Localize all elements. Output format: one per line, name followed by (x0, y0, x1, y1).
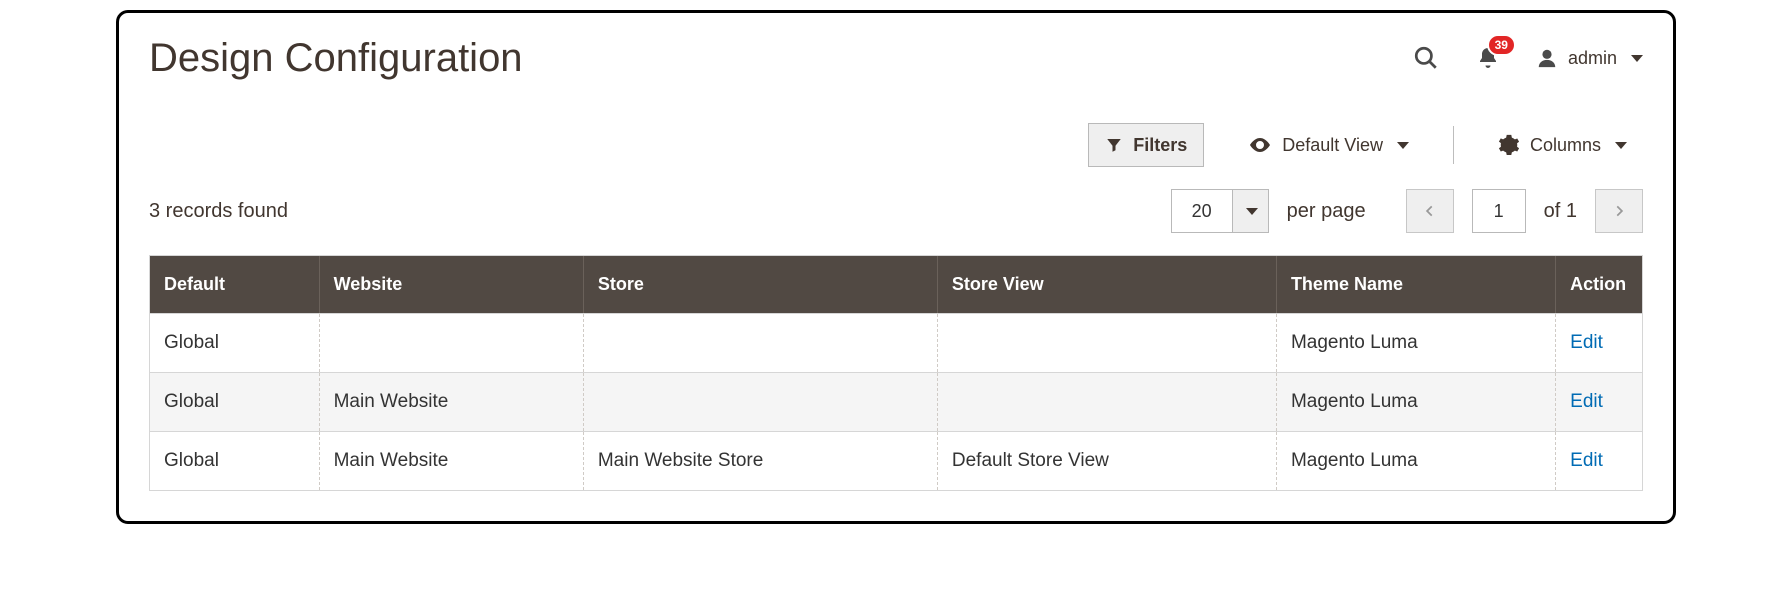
grid-body: GlobalMagento LumaEditGlobalMain Website… (150, 313, 1642, 490)
cell-default: Global (150, 432, 320, 490)
view-switcher[interactable]: Default View (1232, 123, 1425, 167)
user-icon (1536, 47, 1558, 69)
col-header-action: Action (1556, 256, 1642, 313)
edit-link[interactable]: Edit (1570, 332, 1603, 353)
col-header-store-view[interactable]: Store View (938, 256, 1277, 313)
cell-action: Edit (1556, 432, 1642, 490)
cell-action: Edit (1556, 314, 1642, 372)
username-label: admin (1568, 48, 1617, 69)
cell-theme-name: Magento Luma (1277, 314, 1556, 372)
cell-website (320, 314, 584, 372)
chevron-down-icon (1246, 208, 1258, 215)
notifications-badge: 39 (1487, 34, 1516, 56)
current-page-input[interactable]: 1 (1472, 189, 1526, 233)
cell-store: Main Website Store (584, 432, 938, 490)
col-header-default[interactable]: Default (150, 256, 320, 313)
grid-header-row: Default Website Store Store View Theme N… (150, 256, 1642, 313)
page-size-dropdown[interactable] (1232, 190, 1268, 232)
page-size-value: 20 (1172, 190, 1232, 232)
cell-store-view (938, 314, 1277, 372)
columns-label: Columns (1530, 135, 1601, 156)
cell-store (584, 314, 938, 372)
cell-website: Main Website (320, 432, 584, 490)
next-page-button[interactable] (1595, 189, 1643, 233)
cell-website: Main Website (320, 373, 584, 431)
cell-store-view (938, 373, 1277, 431)
topbar-actions: 39 admin (1412, 44, 1643, 72)
toolbar-divider (1453, 126, 1454, 164)
columns-button[interactable]: Columns (1482, 123, 1643, 167)
edit-link[interactable]: Edit (1570, 450, 1603, 471)
user-menu[interactable]: admin (1536, 47, 1643, 69)
cell-store (584, 373, 938, 431)
design-config-grid: Default Website Store Store View Theme N… (149, 255, 1643, 491)
prev-page-button[interactable] (1406, 189, 1454, 233)
page-title: Design Configuration (149, 36, 1412, 81)
records-row: 3 records found 20 per page 1 of 1 (149, 189, 1643, 233)
search-icon (1413, 45, 1439, 71)
col-header-website[interactable]: Website (320, 256, 584, 313)
cell-action: Edit (1556, 373, 1642, 431)
page-size-selector[interactable]: 20 (1171, 189, 1269, 233)
page-frame: Design Configuration 39 admin Filters De… (116, 10, 1676, 524)
chevron-down-icon (1615, 142, 1627, 149)
col-header-store[interactable]: Store (584, 256, 938, 313)
search-button[interactable] (1412, 44, 1440, 72)
pager-group: 20 per page 1 of 1 (1171, 189, 1643, 233)
funnel-icon (1105, 136, 1123, 154)
cell-store-view: Default Store View (938, 432, 1277, 490)
filters-button[interactable]: Filters (1088, 123, 1204, 167)
chevron-down-icon (1631, 55, 1643, 62)
gear-icon (1498, 134, 1520, 156)
table-row: GlobalMain Website Magento Luma Edit (150, 372, 1642, 431)
per-page-label: per page (1287, 200, 1366, 223)
table-row: Global Magento Luma Edit (150, 313, 1642, 372)
view-label: Default View (1282, 135, 1383, 156)
chevron-down-icon (1397, 142, 1409, 149)
filters-label: Filters (1133, 135, 1187, 156)
cell-theme-name: Magento Luma (1277, 432, 1556, 490)
table-row: GlobalMain WebsiteMain Website StoreDefa… (150, 431, 1642, 490)
cell-default: Global (150, 314, 320, 372)
chevron-right-icon (1612, 204, 1626, 218)
notifications-button[interactable]: 39 (1474, 44, 1502, 72)
col-header-theme-name[interactable]: Theme Name (1277, 256, 1556, 313)
records-found-label: 3 records found (149, 200, 1171, 223)
of-pages-label: of 1 (1544, 200, 1577, 223)
chevron-left-icon (1423, 204, 1437, 218)
eye-icon (1248, 133, 1272, 157)
cell-default: Global (150, 373, 320, 431)
topbar: Design Configuration 39 admin (149, 13, 1643, 103)
cell-theme-name: Magento Luma (1277, 373, 1556, 431)
grid-toolbar: Filters Default View Columns (149, 123, 1643, 167)
edit-link[interactable]: Edit (1570, 391, 1603, 412)
